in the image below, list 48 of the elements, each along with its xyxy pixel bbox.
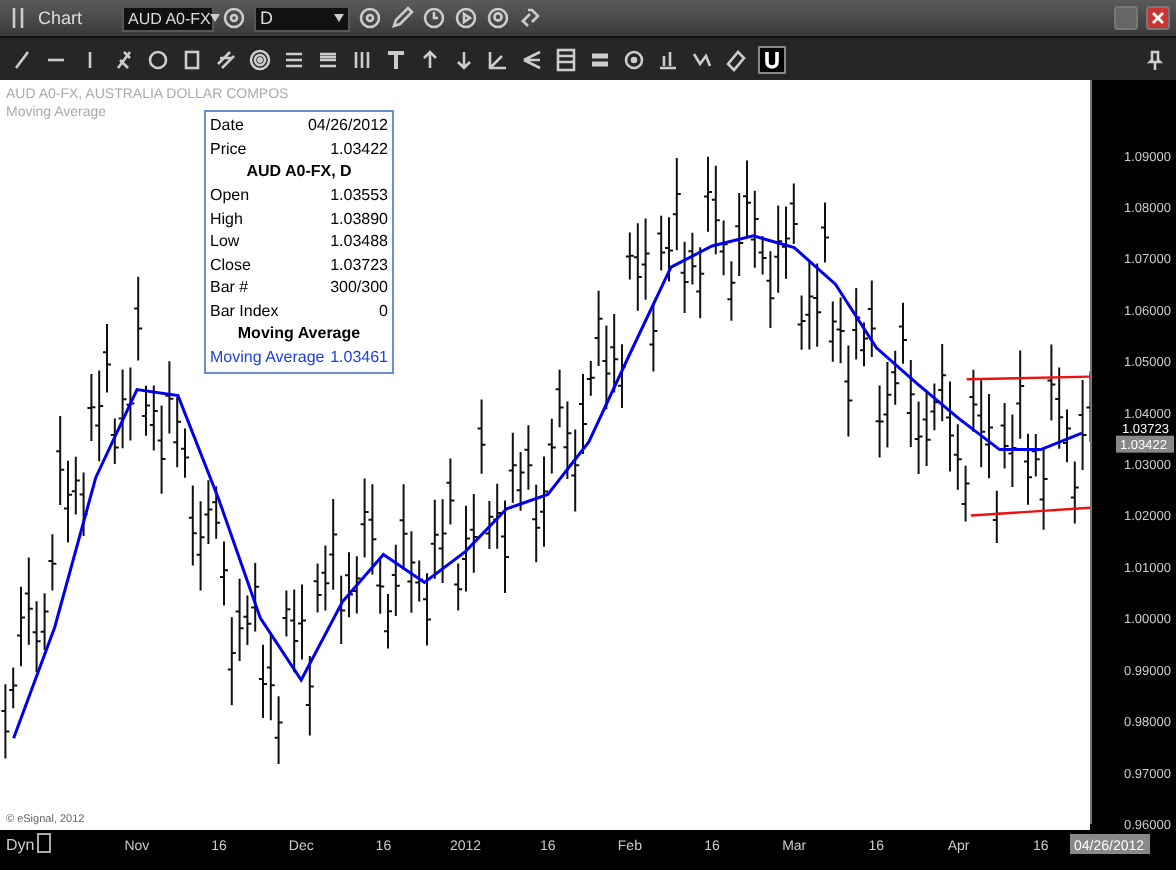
line-icon[interactable] xyxy=(10,47,34,71)
data-label: High xyxy=(210,207,243,230)
angle-icon[interactable] xyxy=(486,47,510,71)
data-value: 1.03890 xyxy=(330,207,388,230)
data-label: Close xyxy=(210,253,251,276)
rectangle-icon[interactable] xyxy=(180,47,204,71)
data-label: Date xyxy=(210,114,244,137)
pushpin-icon[interactable] xyxy=(1142,47,1166,71)
link-icon[interactable] xyxy=(518,6,543,30)
interval-field[interactable]: D xyxy=(254,5,351,31)
data-window-heading: Moving Average xyxy=(235,322,363,346)
data-value: 1.03723 xyxy=(330,253,388,276)
data-value: 300/300 xyxy=(330,276,388,299)
fan-icon[interactable] xyxy=(520,47,544,71)
caret-icon[interactable] xyxy=(334,14,345,22)
data-label: Open xyxy=(210,184,250,207)
lines-icon[interactable] xyxy=(316,47,340,71)
text-tool-icon[interactable] xyxy=(384,47,408,71)
data-value: 1.03553 xyxy=(330,184,388,207)
data-label: Price xyxy=(210,137,247,160)
study-value: 1.03461 xyxy=(330,346,388,369)
symbol-field[interactable]: AUD A0-FX xyxy=(122,5,215,31)
caret-icon[interactable] xyxy=(210,14,221,22)
window-title: Chart xyxy=(38,8,83,28)
data-value: 0 xyxy=(379,299,388,322)
circle-icon[interactable] xyxy=(146,47,170,71)
chart-icon[interactable] xyxy=(656,47,680,71)
down-arrow-icon[interactable] xyxy=(452,47,476,71)
axis-mode-label[interactable]: Dyn xyxy=(6,836,35,854)
pencil-icon[interactable] xyxy=(390,6,415,30)
up-arrow-icon[interactable] xyxy=(418,47,442,71)
close-button[interactable] xyxy=(1146,6,1170,30)
data-label: Low xyxy=(210,230,240,253)
data-value: 04/26/2012 xyxy=(307,114,388,137)
data-value: 1.03488 xyxy=(330,230,388,253)
study-name: Moving Average xyxy=(210,346,325,369)
grid-icon[interactable] xyxy=(554,47,578,71)
data-label: Bar # xyxy=(210,276,249,299)
eraser-icon[interactable] xyxy=(724,47,748,71)
data-value: 1.03422 xyxy=(330,137,388,160)
trend-lines-drawing[interactable] xyxy=(966,375,1091,517)
play-icon[interactable] xyxy=(454,6,479,30)
data-window-heading: AUD A0-FX, D xyxy=(244,160,354,184)
target-icon[interactable] xyxy=(622,47,646,71)
lines-icon[interactable] xyxy=(282,47,306,71)
bars-icon[interactable] xyxy=(350,47,374,71)
data-label: Bar Index xyxy=(210,299,279,322)
scale-icon[interactable] xyxy=(37,833,51,853)
